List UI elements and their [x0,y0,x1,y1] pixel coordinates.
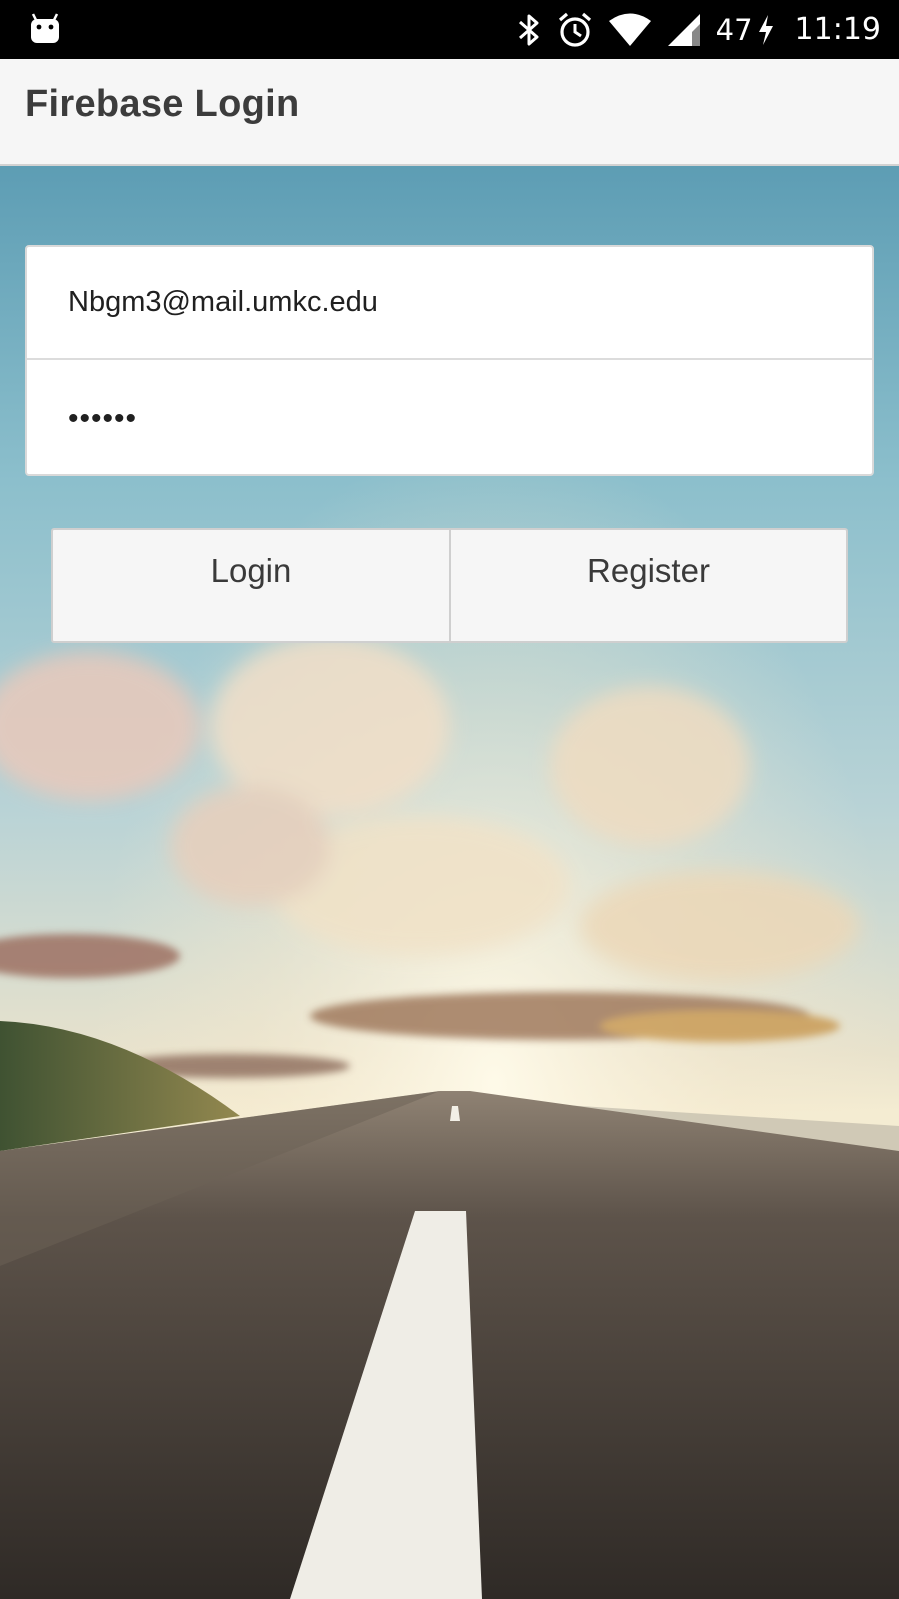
wifi-icon [608,12,652,48]
button-row: Login Register [51,528,848,643]
app-bar: Firebase Login [0,59,899,166]
password-field-container [27,362,872,474]
status-icons: 47 11:19 [516,0,881,59]
email-field[interactable] [68,286,828,319]
battery-charging-icon [757,14,775,46]
login-form [25,245,874,476]
battery-indicator: 47 [716,13,775,47]
email-field-container [27,247,872,360]
login-screen: 47 11:19 Firebase Login Nbgm3@mail.umkc.… [0,0,899,1599]
status-clock: 11:19 [794,12,881,47]
password-field[interactable] [68,401,828,436]
alarm-icon [556,11,594,49]
battery-level: 47 [715,12,753,47]
cell-signal-icon [666,12,702,48]
status-bar: 47 11:19 [0,0,899,59]
login-button[interactable]: Login [51,528,451,643]
page-title: Firebase Login [25,83,300,125]
bluetooth-icon [516,11,542,49]
register-button[interactable]: Register [451,528,848,643]
android-notification-icon [28,12,62,46]
